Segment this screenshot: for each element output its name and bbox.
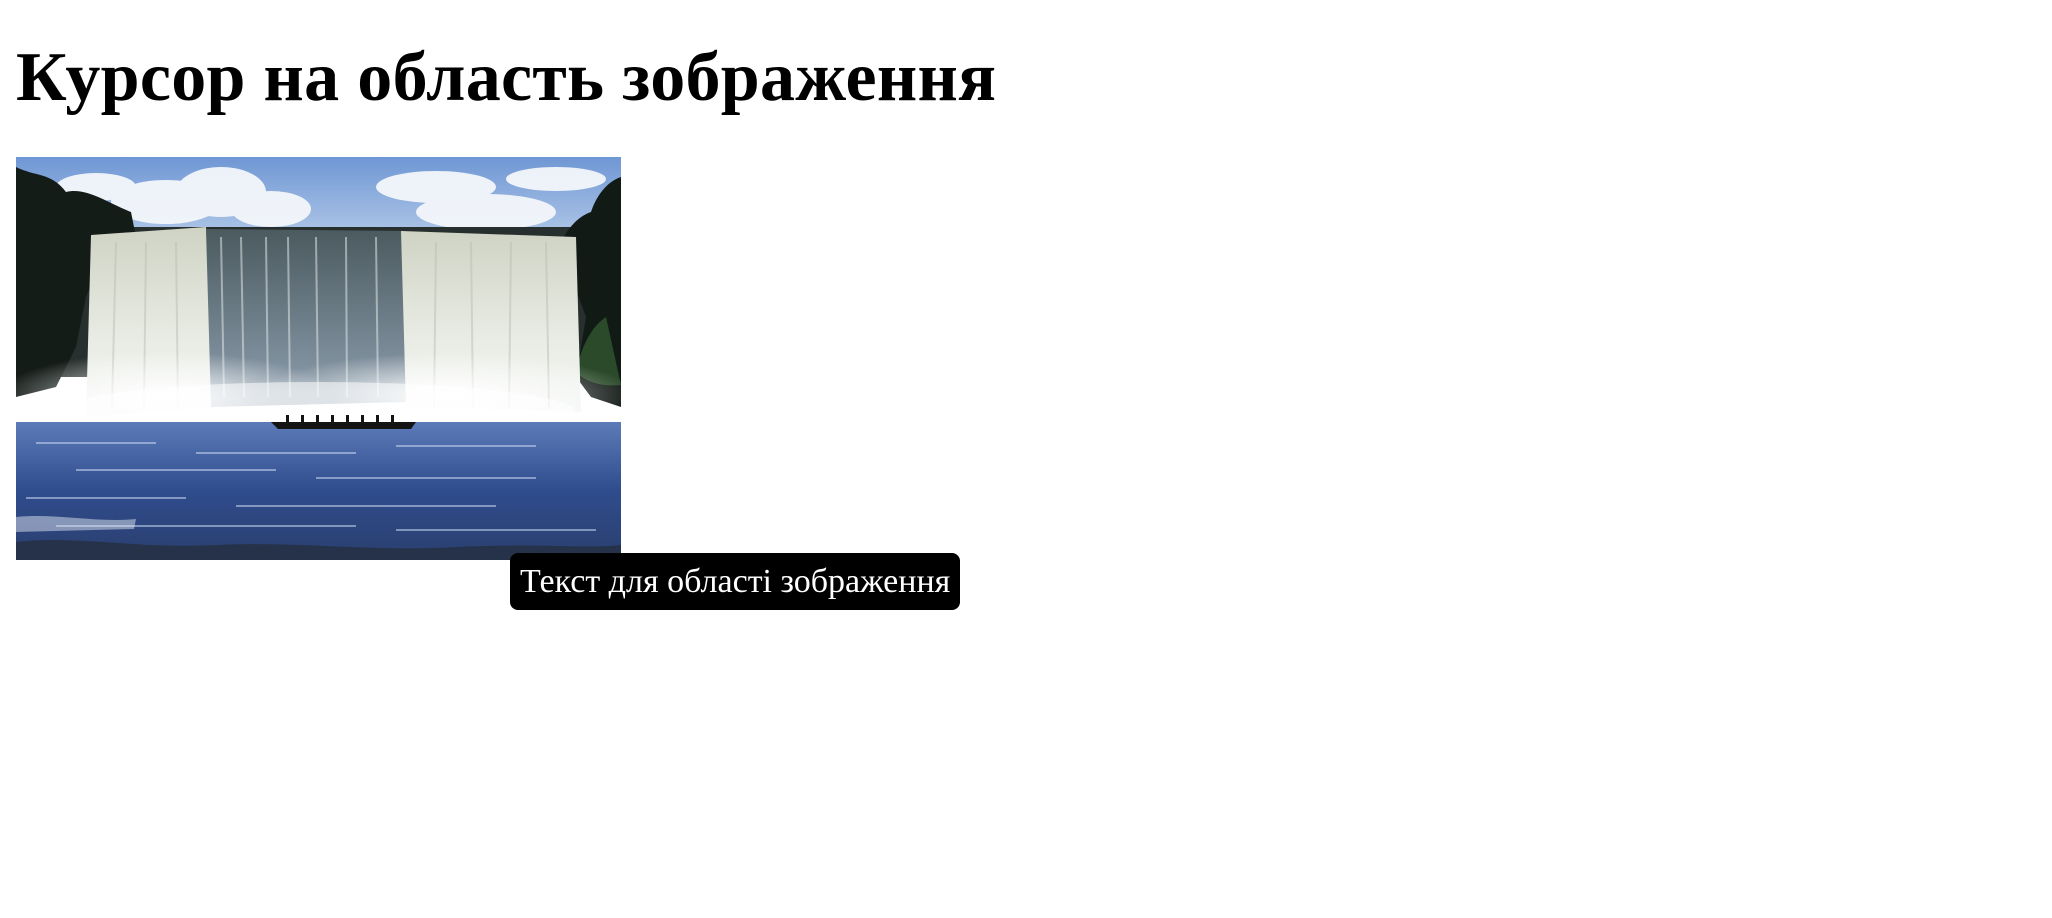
page-title: Курсор на область зображення — [16, 39, 997, 116]
image-map-area[interactable] — [16, 157, 621, 560]
image-area-tooltip: Текст для області зображення — [510, 553, 961, 610]
waterfall-photo — [16, 157, 621, 560]
